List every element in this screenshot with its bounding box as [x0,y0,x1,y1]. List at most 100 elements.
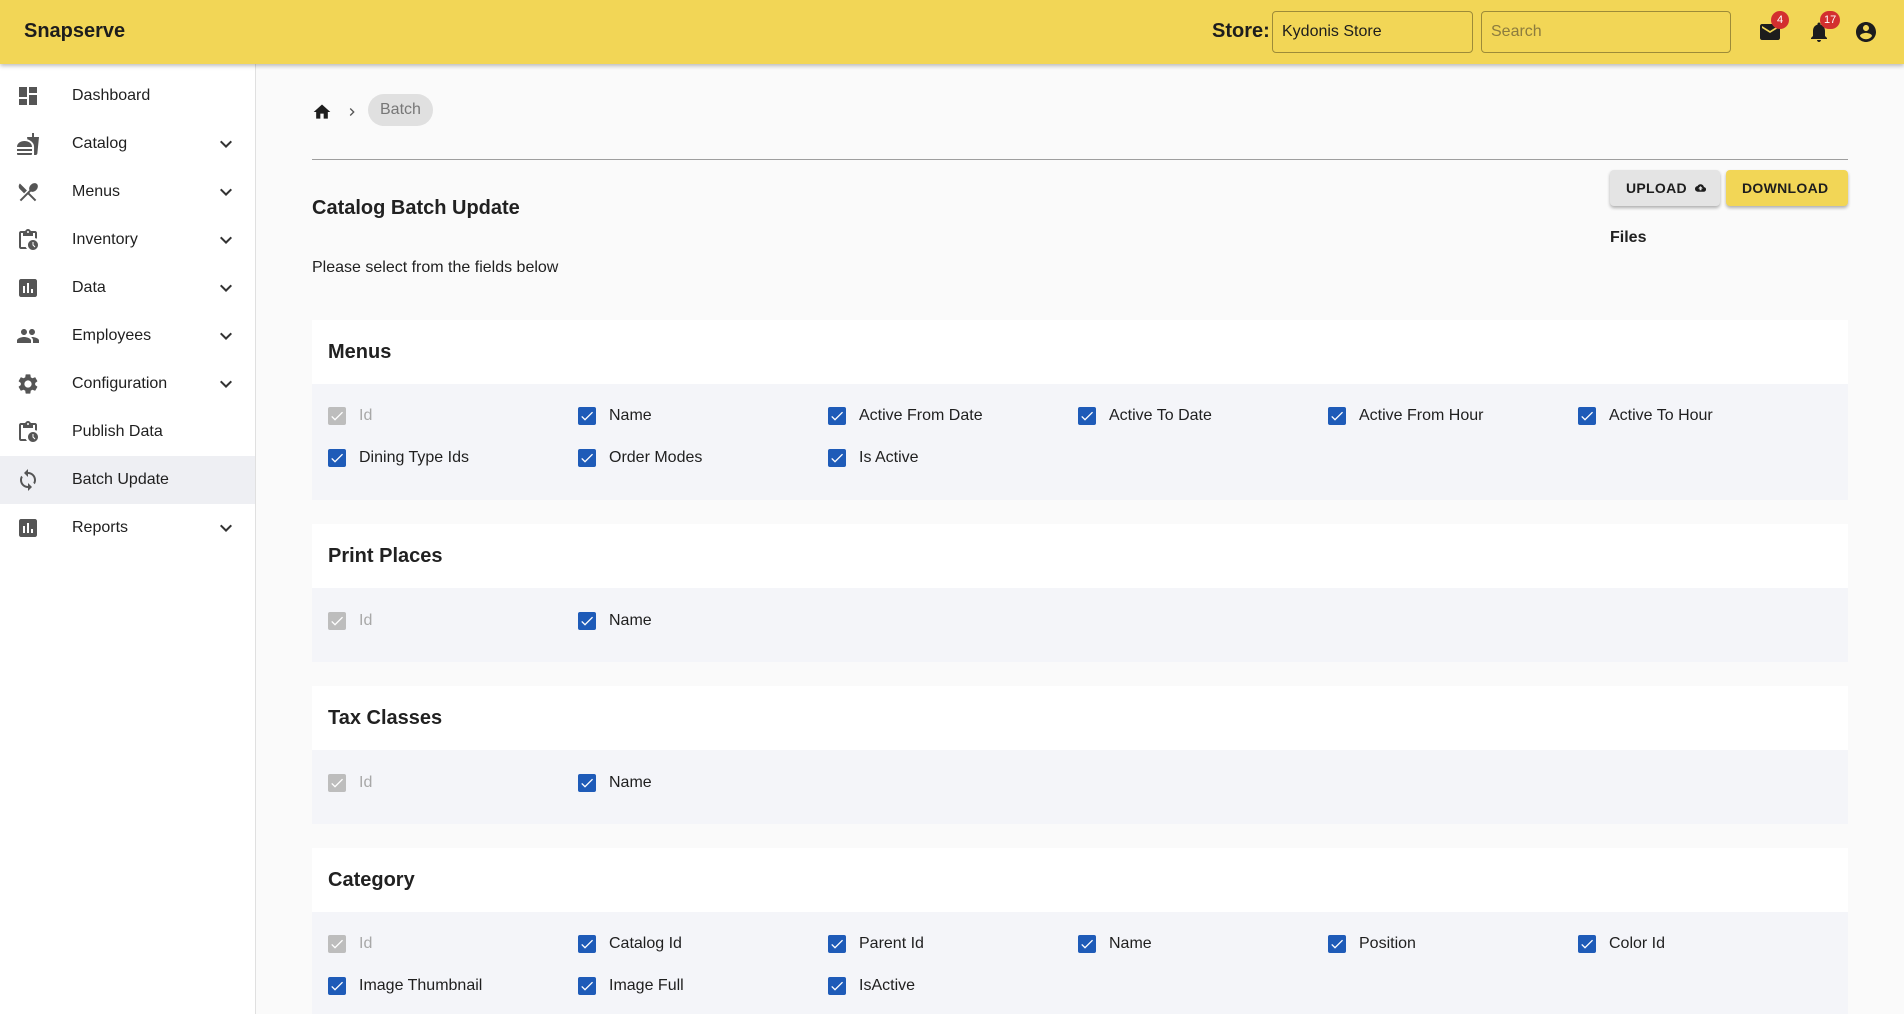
breadcrumb-current: Batch [368,94,433,126]
section-title: Category [312,848,1848,912]
page-title: Catalog Batch Update [312,197,520,219]
checkbox-menus-name[interactable]: Name [575,404,652,428]
checkbox-icon [1328,935,1346,953]
sidebar-item-label: Employees [72,327,152,344]
account-button[interactable] [1854,20,1878,44]
checkbox-menus-dining-type-ids[interactable]: Dining Type Ids [325,446,469,470]
checkbox-icon [328,935,346,953]
account-circle-icon [1856,22,1876,42]
checkbox-category-image-full[interactable]: Image Full [575,974,684,998]
checkbox-menus-active-from-hour[interactable]: Active From Hour [1325,404,1483,428]
menus-icon [18,183,38,202]
sidebar-item-dashboard[interactable]: Dashboard [0,72,255,120]
sidebar-item-label: Reports [72,519,129,536]
field-label: Name [609,612,652,629]
sidebar-item-batch-update[interactable]: Batch Update [0,456,255,504]
search-input[interactable] [1481,11,1731,53]
sidebar-item-inventory[interactable]: Inventory [0,216,255,264]
mail-button[interactable]: 4 [1758,11,1789,44]
checkbox-menus-order-modes[interactable]: Order Modes [575,446,702,470]
checkbox-category-parent-id[interactable]: Parent Id [825,932,924,956]
section-title: Menus [312,320,1848,384]
download-button-label: DOWNLOAD [1742,180,1829,196]
dashboard-icon [19,87,37,105]
field-label: Id [359,612,373,629]
sidebar-item-configuration[interactable]: Configuration [0,360,255,408]
divider [312,159,1848,160]
sidebar-item-label: Publish Data [72,423,163,440]
upload-button-label: UPLOAD [1626,180,1687,196]
sidebar-item-reports[interactable]: Reports [0,504,255,552]
sidebar-item-publish-data[interactable]: Publish Data [0,408,255,456]
checkbox-category-catalog-id[interactable]: Catalog Id [575,932,682,956]
checkbox-icon [578,612,596,630]
checkbox-print-places-id[interactable]: Id [325,609,372,633]
checkbox-icon [578,774,596,792]
upload-button[interactable]: UPLOAD [1610,170,1720,206]
section-fields: Id Name Active From Date Active To Date … [312,384,1848,500]
checkbox-menus-active-to-date[interactable]: Active To Date [1075,404,1212,428]
field-label: Image Thumbnail [359,977,483,994]
checkbox-icon [578,935,596,953]
field-label: Parent Id [859,935,924,952]
checkbox-icon [328,612,346,630]
main-content: Batch Catalog Batch Update Please select… [256,64,1904,1014]
checkbox-category-id[interactable]: Id [325,932,372,956]
inventory-icon [19,229,38,250]
chevron-down-icon [220,236,232,244]
home-icon[interactable] [312,102,332,122]
checkbox-category-color-id[interactable]: Color Id [1575,932,1665,956]
checkbox-icon [328,977,346,995]
checkbox-tax-classes-name[interactable]: Name [575,771,652,795]
checkbox-menus-active-from-date[interactable]: Active From Date [825,404,983,428]
notifications-button[interactable]: 17 [1807,11,1841,44]
sidebar-item-data[interactable]: Data [0,264,255,312]
checkbox-menus-active-to-hour[interactable]: Active To Hour [1575,404,1713,428]
field-label: Name [609,407,652,424]
sidebar-item-label: Data [72,279,106,296]
checkbox-category-is-active[interactable]: IsActive [825,974,915,998]
checkbox-category-position[interactable]: Position [1325,932,1416,956]
checkbox-print-places-name[interactable]: Name [575,609,652,633]
app-brand[interactable]: Snapserve [24,20,125,43]
checkbox-menus-id[interactable]: Id [325,404,372,428]
checkbox-tax-classes-id[interactable]: Id [325,771,372,795]
checkbox-icon [578,449,596,467]
checkbox-icon [578,977,596,995]
field-label: Active From Date [859,407,983,424]
field-label: Active To Date [1109,407,1212,424]
notifications-badge: 17 [1820,11,1841,29]
employees-icon [17,329,39,343]
checkbox-icon [1328,407,1346,425]
checkbox-icon [1078,935,1096,953]
download-button[interactable]: DOWNLOAD [1726,170,1848,206]
checkbox-category-image-thumbnail[interactable]: Image Thumbnail [325,974,482,998]
reports-icon [19,519,37,537]
field-label: Order Modes [609,449,703,466]
section-fields: Id Name [312,750,1848,824]
sidebar-item-label: Catalog [72,135,128,152]
checkbox-icon [1578,935,1596,953]
sync-icon [20,469,36,491]
section-fields: Id Catalog Id Parent Id Name Position Co… [312,912,1848,1014]
checkbox-icon [1578,407,1596,425]
field-label: Name [609,774,652,791]
sidebar-item-label: Dashboard [72,87,151,104]
section-category: Category Id Catalog Id Parent Id Name Po… [312,848,1848,1014]
field-label: Active From Hour [1359,407,1484,424]
sidebar-item-employees[interactable]: Employees [0,312,255,360]
chevron-down-icon [220,332,232,340]
checkbox-menus-is-active[interactable]: Is Active [825,446,919,470]
sidebar-item-catalog[interactable]: Catalog [0,120,255,168]
section-title: Tax Classes [312,686,1848,750]
checkbox-icon [1078,407,1096,425]
gear-icon [18,374,38,394]
sidebar-item-menus[interactable]: Menus [0,168,255,216]
checkbox-icon [328,774,346,792]
sidebar-item-label: Configuration [72,375,168,392]
section-title: Print Places [312,524,1848,588]
checkbox-category-name[interactable]: Name [1075,932,1152,956]
page-subtitle: Please select from the fields below [312,259,559,276]
section-fields: Id Name [312,588,1848,662]
store-input[interactable] [1272,11,1473,53]
